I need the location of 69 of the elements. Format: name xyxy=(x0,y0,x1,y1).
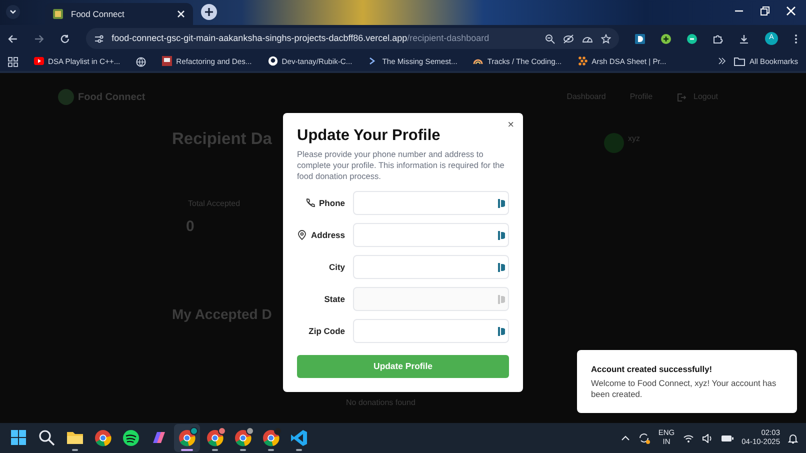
logo-icon xyxy=(58,89,74,105)
reload-icon[interactable] xyxy=(60,34,70,44)
restore-icon[interactable] xyxy=(760,6,770,16)
site-settings-icon[interactable] xyxy=(94,34,104,44)
chrome-icon xyxy=(177,428,197,448)
key-icon[interactable] xyxy=(498,262,505,272)
chrome-icon xyxy=(233,428,253,448)
key-icon[interactable] xyxy=(498,230,505,240)
input-field[interactable] xyxy=(353,254,509,279)
toast-message: Welcome to Food Connect, xyz! Your account has been created. xyxy=(591,378,778,402)
field-label: Address xyxy=(310,228,345,242)
site-favicon xyxy=(53,9,63,19)
field-label: State xyxy=(324,292,345,306)
new-tab-button[interactable] xyxy=(201,4,217,20)
dots-icon xyxy=(578,56,588,66)
field-label: Zip Code xyxy=(308,324,345,338)
windows-icon xyxy=(9,428,29,448)
field-label: Phone xyxy=(319,196,345,210)
field-label: City xyxy=(328,260,345,274)
forward-icon[interactable] xyxy=(34,34,44,44)
chevron-up-icon[interactable] xyxy=(621,435,630,441)
code-editor-icon xyxy=(289,428,309,448)
chevron-double-icon[interactable] xyxy=(718,57,726,66)
globe-icon xyxy=(136,56,146,66)
sync-icon[interactable] xyxy=(638,432,650,444)
close-button[interactable]: × xyxy=(508,120,514,131)
chrome-icon xyxy=(261,428,281,448)
phone-icon xyxy=(305,198,316,208)
input-field[interactable] xyxy=(353,190,509,215)
apps-icon[interactable] xyxy=(8,56,18,66)
bookmark-link[interactable] xyxy=(136,56,146,66)
back-icon[interactable] xyxy=(8,34,18,44)
tab-title: Food Connect xyxy=(71,8,126,20)
play-icon xyxy=(34,56,44,66)
chrome-icon xyxy=(205,428,225,448)
url-text: food-connect-gsc-git-main-aakanksha-singhs-projects-dacbff86.vercel.app/recipient-dashboard xyxy=(112,32,490,45)
download-icon[interactable] xyxy=(739,34,749,44)
close-icon[interactable] xyxy=(177,10,185,18)
tab-list-icon[interactable] xyxy=(6,5,20,19)
extension-icon[interactable] xyxy=(635,34,645,44)
puzzle-icon[interactable] xyxy=(713,34,723,44)
notification-bell-icon[interactable] xyxy=(788,432,798,444)
zoom-icon[interactable] xyxy=(545,34,555,44)
more-icon[interactable] xyxy=(794,34,798,44)
folder-icon xyxy=(734,56,746,66)
plus-icon xyxy=(205,8,213,16)
key-icon[interactable] xyxy=(498,198,505,208)
search-icon xyxy=(37,428,57,448)
battery-icon[interactable] xyxy=(720,434,734,442)
star-icon[interactable] xyxy=(601,34,611,44)
address-bar[interactable]: food-connect-gsc-git-main-aakanksha-singhs-projects-dacbff86.vercel.app/recipient-dashboard xyxy=(86,28,619,49)
key-icon[interactable] xyxy=(498,326,505,336)
user-avatar xyxy=(604,133,624,153)
input-field[interactable] xyxy=(353,222,509,247)
dialog-title: Update Your Profile xyxy=(297,127,442,146)
dialog-description: Please provide your phone number and address to complete your profile. This information is required for the food donation process. xyxy=(297,148,506,183)
toast-title: Account created successfully! xyxy=(591,363,714,376)
spotify-icon xyxy=(121,428,141,448)
map-pin-icon xyxy=(297,230,307,240)
extension-icon[interactable] xyxy=(687,34,697,44)
speaker-icon[interactable] xyxy=(702,434,713,442)
book-icon xyxy=(162,56,172,66)
eye-off-icon[interactable] xyxy=(563,34,574,44)
wifi-icon[interactable] xyxy=(682,434,694,442)
input-field[interactable] xyxy=(353,318,509,343)
plus-circle-icon[interactable] xyxy=(661,34,671,44)
chrome-icon xyxy=(93,428,113,448)
rainbow-icon xyxy=(473,56,484,66)
taskbar-app[interactable] xyxy=(174,424,200,452)
